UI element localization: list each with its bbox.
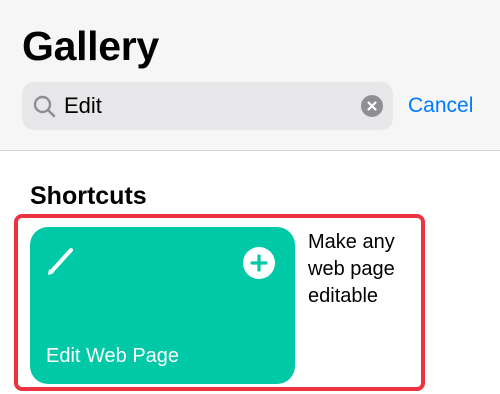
shortcut-title: Edit Web Page xyxy=(46,345,180,367)
section-title: Shortcuts xyxy=(30,182,147,210)
page-title: Gallery xyxy=(22,23,159,69)
shortcut-card[interactable]: Edit Web Page xyxy=(30,227,295,384)
search-icon xyxy=(32,94,58,120)
search-bar[interactable] xyxy=(22,82,393,130)
pencil-icon xyxy=(44,242,80,278)
header-divider xyxy=(0,150,500,151)
cancel-button[interactable]: Cancel xyxy=(408,90,473,122)
search-input[interactable] xyxy=(64,82,364,130)
header: Gallery Cancel xyxy=(0,0,500,150)
shortcut-description: Make any web page editable xyxy=(308,231,395,307)
add-shortcut-button[interactable] xyxy=(243,247,275,279)
clear-icon[interactable] xyxy=(361,95,383,117)
